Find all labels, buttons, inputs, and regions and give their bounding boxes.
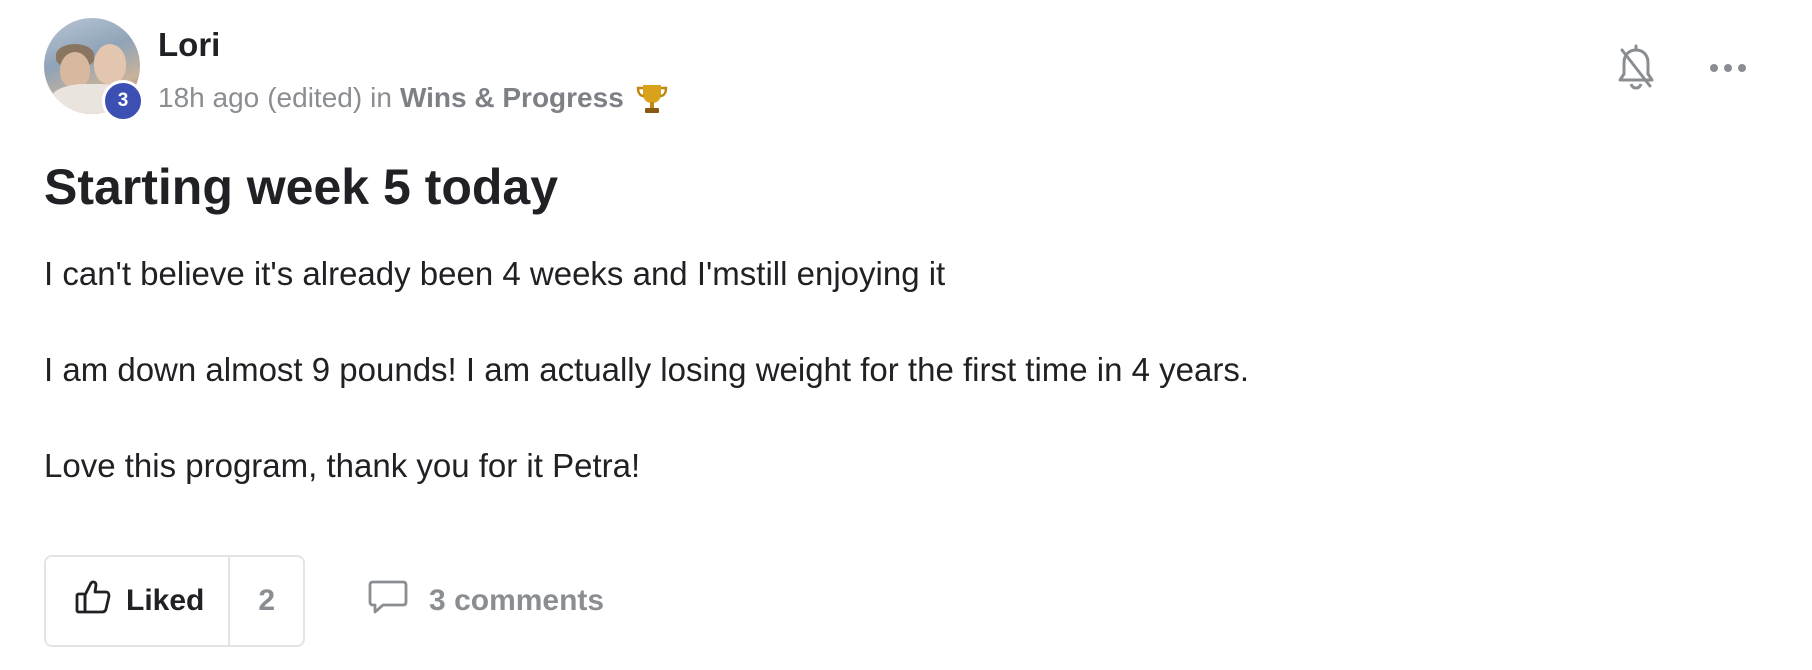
post-time: 18h ago (158, 82, 260, 113)
post-paragraph: I can't believe it's already been 4 week… (44, 255, 946, 292)
post-meta: 18h ago (edited) in Wins & Progress (158, 80, 670, 116)
like-control: Liked 2 (44, 555, 306, 647)
post-body: I can't believe it's already been 4 week… (44, 254, 1744, 542)
like-count[interactable]: 2 (228, 557, 303, 645)
more-horizontal-icon[interactable] (1706, 46, 1750, 90)
avatar[interactable]: 3 (44, 18, 144, 122)
post-paragraph: Love this program, thank you for it Petr… (44, 447, 641, 484)
comments-label: 3 comments (429, 584, 605, 617)
category-link[interactable]: Wins & Progress (400, 82, 624, 114)
post-card: 3 Lori 18h ago (edited) in Wins & Progre… (0, 0, 1812, 670)
like-button[interactable]: Liked (46, 557, 228, 645)
thumbs-up-icon (74, 578, 112, 624)
post-paragraph: I am down almost 9 pounds! I am actually… (44, 351, 1250, 388)
author-name[interactable]: Lori (158, 26, 220, 64)
in-label: in (370, 82, 392, 113)
comments-button[interactable]: 3 comments (367, 578, 604, 624)
edited-label: (edited) (267, 82, 363, 113)
level-badge: 3 (102, 80, 144, 122)
post-title: Starting week 5 today (44, 159, 559, 215)
like-label: Liked (126, 584, 205, 617)
post-actions (1614, 44, 1750, 90)
bell-off-icon[interactable] (1614, 44, 1658, 90)
post-footer: Liked 2 3 comments (44, 555, 604, 647)
comment-icon (367, 578, 409, 624)
trophy-icon (634, 80, 670, 116)
